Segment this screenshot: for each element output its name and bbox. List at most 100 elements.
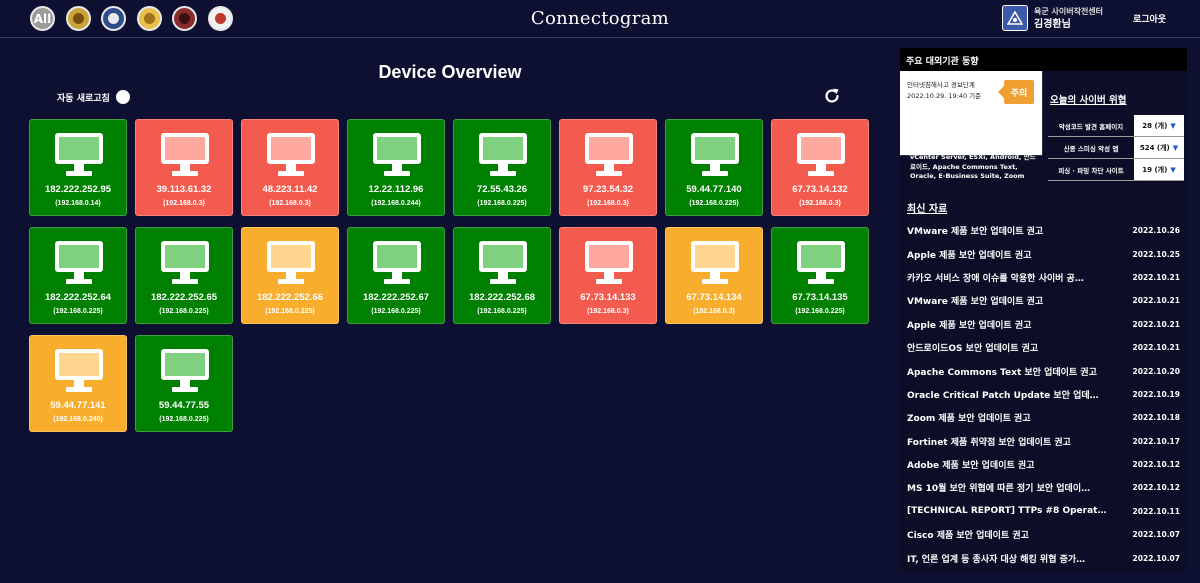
monitor-icon xyxy=(267,241,315,284)
monitor-icon xyxy=(55,241,103,284)
monitor-icon xyxy=(691,133,739,176)
logout-button[interactable]: 로그아웃 xyxy=(1133,12,1166,25)
threat-row: 악성코드 발견 홈페이지 28 (개) ▼ xyxy=(1048,115,1184,137)
device-ip: 72.55.43.26 xyxy=(476,184,528,195)
news-item-date: 2022.10.07 xyxy=(1132,530,1180,540)
device-local-ip: (192.168.0.3) xyxy=(799,200,841,207)
device-local-ip: (192.168.0.244) xyxy=(371,200,421,207)
news-item-title[interactable]: 카카오 서비스 장애 이슈를 악용한 사이버 공… xyxy=(907,271,1107,284)
news-item-title[interactable]: 안드로이드OS 보안 업데이트 권고 xyxy=(907,341,1107,354)
page-title: Device Overview xyxy=(378,62,522,82)
news-item[interactable]: IT, 언론 업계 등 종사자 대상 해킹 위협 증가… 2022.10.07 xyxy=(907,546,1183,569)
device-ip: 67.73.14.133 xyxy=(580,292,636,303)
device-local-ip: (192.168.0.225) xyxy=(689,200,739,207)
alert-timestamp: 2022.10.29. 19:40 기준 xyxy=(907,92,982,100)
device-local-ip: (192.168.0.225) xyxy=(53,308,103,315)
news-item[interactable]: Apple 제품 보안 업데이트 권고 2022.10.21 xyxy=(907,313,1183,336)
news-item-title[interactable]: Apple 제품 보안 업데이트 권고 xyxy=(907,318,1107,331)
device-card[interactable]: 48.223.11.42 (192.168.0.3) xyxy=(241,119,339,216)
news-item[interactable]: 카카오 서비스 장애 이슈를 악용한 사이버 공… 2022.10.21 xyxy=(907,266,1183,289)
monitor-icon xyxy=(161,241,209,284)
monitor-icon xyxy=(267,133,315,176)
device-card[interactable]: 67.73.14.135 (192.168.0.225) xyxy=(771,227,869,324)
device-card[interactable]: 182.222.252.67 (192.168.0.225) xyxy=(347,227,445,324)
device-ip: 48.223.11.42 xyxy=(262,184,318,195)
news-item-title[interactable]: Cisco 제품 보안 업데이트 권고 xyxy=(907,528,1107,541)
device-local-ip: (192.168.0.3) xyxy=(693,308,735,315)
news-item[interactable]: 안드로이드OS 보안 업데이트 권고 2022.10.21 xyxy=(907,336,1183,359)
news-item[interactable]: Fortinet 제품 취약점 보안 업데이트 권고 2022.10.17 xyxy=(907,430,1183,453)
news-item-title[interactable]: [TECHNICAL REPORT] TTPs #8 Operat… xyxy=(907,506,1107,516)
auto-refresh-toggle[interactable] xyxy=(115,90,130,104)
device-local-ip: (192.168.0.225) xyxy=(477,200,527,207)
device-card[interactable]: 59.44.77.55 (192.168.0.225) xyxy=(135,335,233,432)
device-card[interactable]: 97.23.54.32 (192.168.0.3) xyxy=(559,119,657,216)
news-item-date: 2022.10.26 xyxy=(1132,226,1180,236)
news-item-date: 2022.10.12 xyxy=(1132,483,1180,493)
news-item[interactable]: VMware 제품 보안 업데이트 권고 2022.10.26 xyxy=(907,219,1183,242)
news-item-title[interactable]: Apache Commons Text 보안 업데이트 권고 xyxy=(907,365,1107,378)
threat-value[interactable]: 19 (개) ▼ xyxy=(1134,159,1184,180)
monitor-icon xyxy=(585,241,633,284)
monitor-icon xyxy=(479,133,527,176)
device-card[interactable]: 182.222.252.64 (192.168.0.225) xyxy=(29,227,127,324)
device-card[interactable]: 182.222.252.65 (192.168.0.225) xyxy=(135,227,233,324)
news-item-title[interactable]: Apple 제품 보안 업데이트 권고 xyxy=(907,248,1107,261)
device-ip: 182.222.252.65 xyxy=(150,292,218,303)
news-item-title[interactable]: Oracle Critical Patch Update 보안 업데… xyxy=(907,388,1107,401)
device-card[interactable]: 182.222.252.68 (192.168.0.225) xyxy=(453,227,551,324)
news-item[interactable]: Adobe 제품 보안 업데이트 권고 2022.10.12 xyxy=(907,453,1183,476)
news-item-date: 2022.10.21 xyxy=(1132,343,1180,353)
news-item-title[interactable]: IT, 언론 업계 등 종사자 대상 해킹 위협 증가… xyxy=(907,552,1107,565)
keyword-list: Cloud Foundation, VMware, iOS, macOS, tv… xyxy=(910,134,1036,181)
device-card[interactable]: 12.22.112.96 (192.168.0.244) xyxy=(347,119,445,216)
news-item[interactable]: MS 10월 보안 위협에 따른 정기 보안 업데이… 2022.10.12 xyxy=(907,476,1183,499)
device-card[interactable]: 182.222.252.66 (192.168.0.225) xyxy=(241,227,339,324)
device-card[interactable]: 67.73.14.133 (192.168.0.3) xyxy=(559,227,657,324)
news-item-title[interactable]: VMware 제품 보안 업데이트 권고 xyxy=(907,224,1107,237)
device-ip: 39.113.61.32 xyxy=(156,184,212,195)
alert-label: 인터넷침해사고 경보단계 xyxy=(907,81,975,89)
monitor-icon xyxy=(585,133,633,176)
news-item-title[interactable]: MS 10월 보안 위협에 따른 정기 보안 업데이… xyxy=(907,481,1107,494)
news-item-title[interactable]: Zoom 제품 보안 업데이트 권고 xyxy=(907,411,1107,424)
threat-row: 신종 스미싱 악성 앱 524 (개) ▼ xyxy=(1048,137,1184,159)
monitor-icon xyxy=(55,349,103,392)
news-item-title[interactable]: Fortinet 제품 취약점 보안 업데이트 권고 xyxy=(907,435,1107,448)
threat-value[interactable]: 28 (개) ▼ xyxy=(1134,115,1184,136)
news-item[interactable]: Apple 제품 보안 업데이트 권고 2022.10.25 xyxy=(907,242,1183,265)
news-item-date: 2022.10.19 xyxy=(1132,389,1180,399)
refresh-button[interactable] xyxy=(822,86,842,106)
threat-row: 피싱 · 파밍 차단 사이트 19 (개) ▼ xyxy=(1048,159,1184,181)
news-item[interactable]: Cisco 제품 보안 업데이트 권고 2022.10.07 xyxy=(907,523,1183,546)
device-ip: 182.222.252.67 xyxy=(362,292,430,303)
device-card[interactable]: 59.44.77.141 (192.168.0.240) xyxy=(29,335,127,432)
device-card[interactable]: 182.222.252.95 (192.168.0.14) xyxy=(29,119,127,216)
cyber-center-logo-icon xyxy=(1002,5,1028,31)
monitor-icon xyxy=(797,241,845,284)
device-card[interactable]: 39.113.61.32 (192.168.0.3) xyxy=(135,119,233,216)
news-item[interactable]: Apache Commons Text 보안 업데이트 권고 2022.10.20 xyxy=(907,359,1183,382)
device-card[interactable]: 59.44.77.140 (192.168.0.225) xyxy=(665,119,763,216)
news-item-title[interactable]: Adobe 제품 보안 업데이트 권고 xyxy=(907,458,1107,471)
threat-label: 피싱 · 파밍 차단 사이트 xyxy=(1048,159,1134,180)
news-item[interactable]: [TECHNICAL REPORT] TTPs #8 Operat… 2022.1… xyxy=(907,500,1183,523)
panel-title: 주요 대외기관 동향 xyxy=(900,48,1187,71)
caret-down-icon: ▼ xyxy=(1170,121,1176,130)
device-ip: 59.44.77.140 xyxy=(686,184,742,195)
device-ip: 182.222.252.66 xyxy=(256,292,324,303)
news-item[interactable]: VMware 제품 보안 업데이트 권고 2022.10.21 xyxy=(907,289,1183,312)
device-card[interactable]: 67.73.14.134 (192.168.0.3) xyxy=(665,227,763,324)
device-ip: 67.73.14.132 xyxy=(792,184,848,195)
alert-level-badge: 주의 xyxy=(998,80,1034,104)
device-card[interactable]: 67.73.14.132 (192.168.0.3) xyxy=(771,119,869,216)
device-card[interactable]: 72.55.43.26 (192.168.0.225) xyxy=(453,119,551,216)
news-item[interactable]: Oracle Critical Patch Update 보안 업데… 2022.… xyxy=(907,383,1183,406)
threat-value[interactable]: 524 (개) ▼ xyxy=(1134,137,1184,158)
news-item-date: 2022.10.25 xyxy=(1132,249,1180,259)
monitor-icon xyxy=(373,133,421,176)
caret-down-icon: ▼ xyxy=(1170,165,1176,174)
device-local-ip: (192.168.0.3) xyxy=(163,200,205,207)
news-item-title[interactable]: VMware 제품 보안 업데이트 권고 xyxy=(907,294,1107,307)
news-item[interactable]: Zoom 제품 보안 업데이트 권고 2022.10.18 xyxy=(907,406,1183,429)
